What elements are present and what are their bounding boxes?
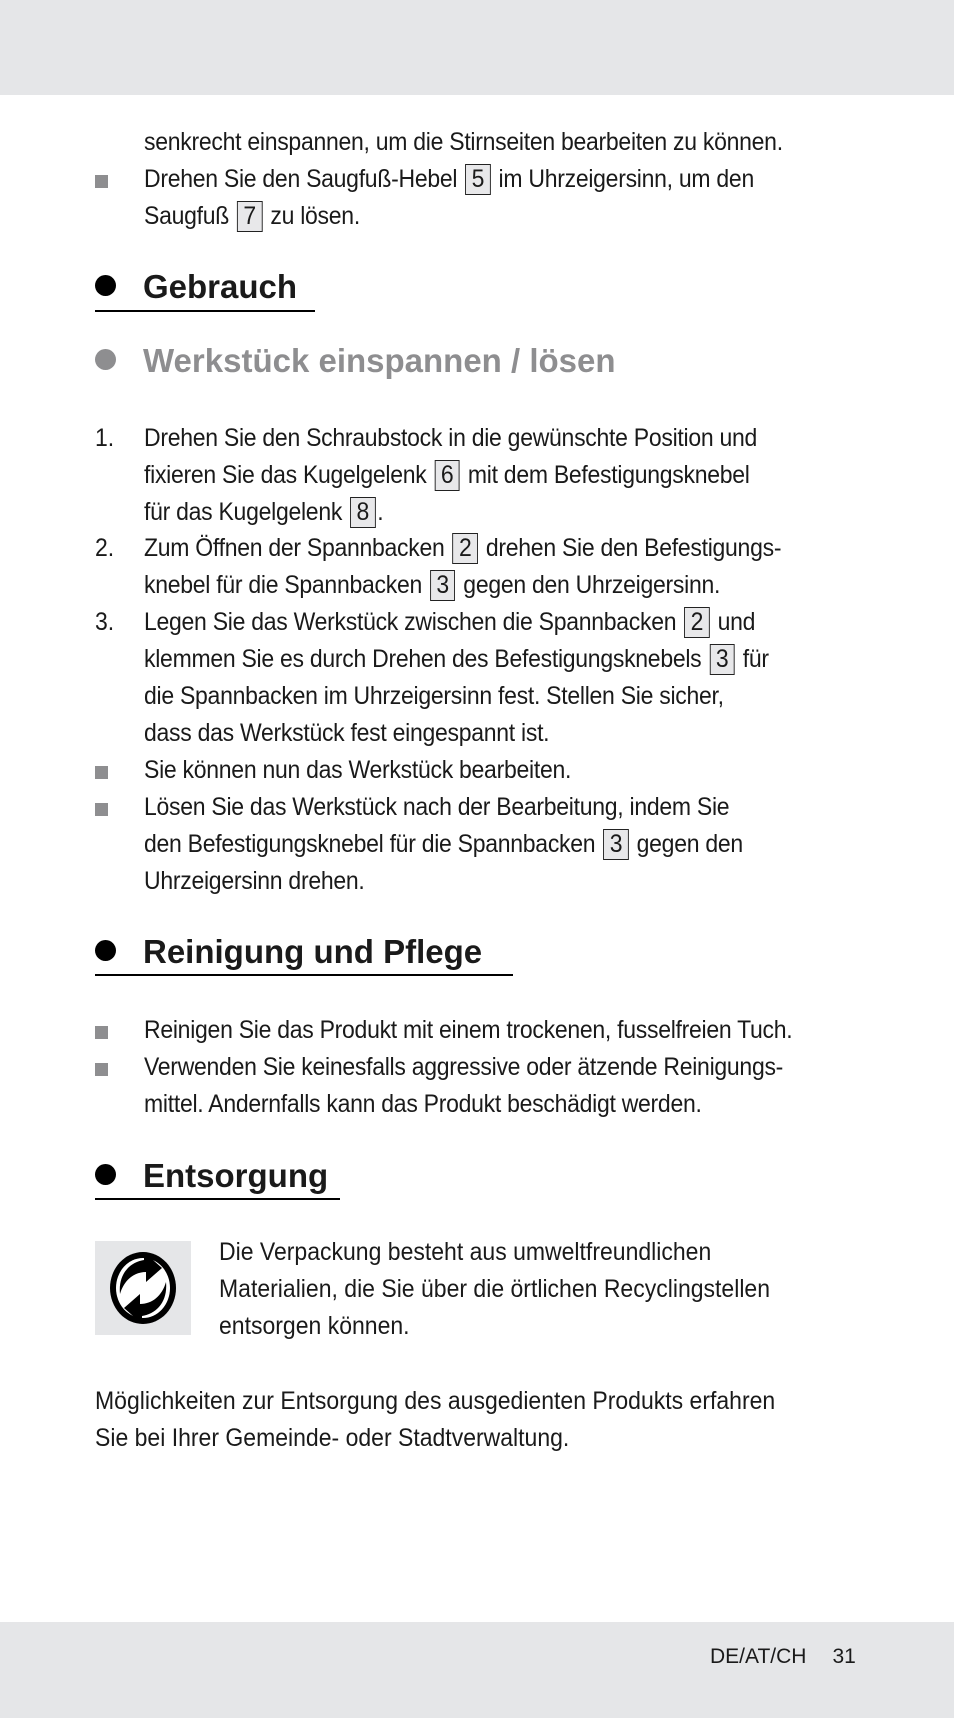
- heading-underline: [95, 1198, 340, 1200]
- intro-bullet-line1: Drehen Sie den Saugfuß-Hebel 5 im Uhrzei…: [144, 161, 754, 198]
- disposal-paragraph-line2: Sie bei Ihrer Gemeinde- oder Stadtverwal…: [95, 1424, 570, 1452]
- step-number: 1.: [95, 424, 115, 452]
- heading-text: Reinigung und Pflege: [143, 933, 483, 970]
- step-number: 2.: [95, 534, 115, 562]
- intro-line: senkrecht einspannen, um die Stirnseiten…: [144, 128, 783, 156]
- step-3-line2: klemmen Sie es durch Drehen des Befestig…: [144, 641, 769, 678]
- part-ref: 2: [452, 533, 478, 564]
- text: gegen den: [636, 830, 744, 858]
- text: fixieren Sie das Kugelgelenk: [144, 461, 427, 489]
- heading-bullet-icon: [95, 349, 116, 370]
- heading-entsorgung: Entsorgung: [95, 1156, 328, 1196]
- text: und: [717, 608, 756, 636]
- heading-bullet-icon: [95, 940, 116, 961]
- part-ref: 2: [684, 607, 710, 638]
- text: den Befestigungsknebel für die Spannback…: [144, 830, 596, 858]
- use-bullet-2-line3: Uhrzeigersinn drehen.: [144, 867, 365, 895]
- part-ref: 5: [465, 164, 491, 195]
- text: mit dem Befestigungsknebel: [467, 461, 750, 489]
- heading-underline: [95, 974, 513, 976]
- heading-text: Gebrauch: [143, 268, 298, 305]
- use-bullet-2-line1: Lösen Sie das Werkstück nach der Bearbei…: [144, 793, 730, 821]
- heading-gebrauch: Gebrauch: [95, 267, 297, 307]
- green-dot-logo: [95, 1241, 191, 1335]
- footer-band: [0, 1622, 954, 1718]
- step-3-line1: Legen Sie das Werkstück zwischen die Spa…: [144, 604, 755, 641]
- disposal-line3: entsorgen können.: [219, 1312, 410, 1340]
- bullet-square: [95, 766, 108, 779]
- heading-text: Entsorgung: [143, 1157, 329, 1194]
- text: .: [377, 498, 384, 526]
- text: drehen Sie den Befestigungs-: [485, 534, 782, 562]
- bullet-square: [95, 1063, 108, 1076]
- bullet-square: [95, 803, 108, 816]
- part-ref: 3: [429, 570, 456, 601]
- part-ref: 7: [236, 201, 263, 232]
- text: klemmen Sie es durch Drehen des Befestig…: [144, 645, 702, 673]
- text: im Uhrzeigersinn, um den: [498, 165, 755, 193]
- header-band: [0, 0, 954, 95]
- step-1-line3: für das Kugelgelenk 8.: [144, 494, 384, 531]
- text: Legen Sie das Werkstück zwischen die Spa…: [144, 608, 677, 636]
- heading-reinigung: Reinigung und Pflege: [95, 932, 482, 972]
- disposal-paragraph-line1: Möglichkeiten zur Entsorgung des ausgedi…: [95, 1387, 776, 1415]
- heading-werkstueck: Werkstück einspannen / lösen: [95, 341, 616, 381]
- disposal-line1: Die Verpackung besteht aus umweltfreundl…: [219, 1238, 712, 1266]
- text: Drehen Sie den Saugfuß-Hebel: [144, 165, 458, 193]
- text: knebel für die Spannbacken: [144, 571, 422, 599]
- text: gegen den Uhrzeigersinn.: [463, 571, 721, 599]
- use-bullet-2-line2: den Befestigungsknebel für die Spannback…: [144, 826, 743, 863]
- part-ref: 3: [709, 644, 735, 675]
- bullet-square: [95, 1026, 108, 1039]
- intro-bullet-line2: Saugfuß 7 zu lösen.: [144, 198, 360, 235]
- disposal-line2: Materialien, die Sie über die örtlichen …: [219, 1275, 771, 1303]
- step-1-line2: fixieren Sie das Kugelgelenk 6 mit dem B…: [144, 457, 750, 494]
- region-label: DE/AT/CH: [710, 1645, 807, 1668]
- text: zu lösen.: [270, 202, 360, 230]
- text: Zum Öffnen der Spannbacken: [144, 534, 445, 562]
- step-2-line1: Zum Öffnen der Spannbacken 2 drehen Sie …: [144, 530, 781, 567]
- heading-bullet-icon: [95, 1164, 116, 1185]
- text: Saugfuß: [144, 202, 230, 230]
- step-number: 3.: [95, 608, 115, 636]
- step-3-line3: die Spannbacken im Uhrzeigersinn fest. S…: [144, 682, 724, 710]
- page-number: 31: [832, 1645, 856, 1668]
- cleaning-bullet-1: Reinigen Sie das Produkt mit einem trock…: [144, 1016, 793, 1044]
- part-ref: 8: [350, 497, 376, 528]
- use-bullet-1: Sie können nun das Werkstück bearbeiten.: [144, 756, 572, 784]
- cleaning-bullet-2-line1: Verwenden Sie keinesfalls aggressive ode…: [144, 1053, 784, 1081]
- recycling-icon: [110, 1252, 176, 1324]
- cleaning-bullet-2-line2: mittel. Andernfalls kann das Produkt bes…: [144, 1090, 702, 1118]
- text: für das Kugelgelenk: [144, 498, 343, 526]
- step-1-line1: Drehen Sie den Schraubstock in die gewün…: [144, 424, 758, 452]
- heading-text: Werkstück einspannen / lösen: [143, 342, 616, 379]
- step-3-line4: dass das Werkstück fest eingespannt ist.: [144, 719, 550, 747]
- part-ref: 6: [434, 460, 460, 491]
- page-footer: DE/AT/CH 31: [710, 1645, 856, 1669]
- text: für: [742, 645, 769, 673]
- bullet-square: [95, 175, 108, 188]
- part-ref: 3: [603, 829, 629, 860]
- step-2-line2: knebel für die Spannbacken 3 gegen den U…: [144, 567, 720, 604]
- heading-underline: [95, 310, 315, 312]
- heading-bullet-icon: [95, 275, 116, 296]
